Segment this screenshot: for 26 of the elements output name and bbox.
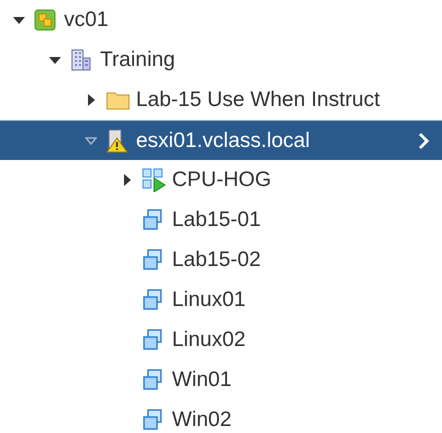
- tree-item[interactable]: Lab15-01: [172, 208, 261, 232]
- vcenter-icon: [34, 9, 56, 31]
- folder-icon: [106, 90, 130, 110]
- vm-icon: [142, 369, 164, 391]
- expander-icon[interactable]: [85, 94, 97, 106]
- tree-item[interactable]: Lab-15 Use When Instruct: [136, 88, 380, 112]
- tree-item[interactable]: vc01: [64, 8, 108, 32]
- vm-icon: [142, 209, 164, 231]
- vapp-icon: [142, 168, 166, 192]
- building-icon: [70, 49, 92, 71]
- tree-item[interactable]: Linux01: [172, 288, 246, 312]
- expander-icon[interactable]: [49, 54, 61, 66]
- expander-icon[interactable]: [13, 14, 25, 26]
- vm-icon: [142, 329, 164, 351]
- host-warning-icon: [106, 128, 128, 152]
- vm-icon: [142, 409, 164, 431]
- vm-icon: [142, 289, 164, 311]
- chevron-right-icon[interactable]: [418, 132, 430, 150]
- expander-icon[interactable]: [121, 174, 133, 186]
- vm-icon: [142, 249, 164, 271]
- tree-item[interactable]: Win01: [172, 368, 232, 392]
- tree-item[interactable]: Linux02: [172, 328, 246, 352]
- tree-item[interactable]: Win02: [172, 408, 232, 432]
- tree-item[interactable]: Training: [100, 48, 176, 72]
- tree-item[interactable]: CPU-HOG: [172, 168, 272, 192]
- tree-item[interactable]: Lab15-02: [172, 248, 261, 272]
